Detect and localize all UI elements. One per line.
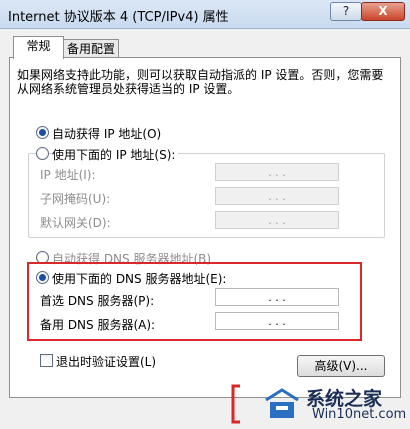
preferred-dns-label: 首选 DNS 服务器(P):: [40, 294, 155, 308]
watermark: 系统之家 Win10net.com: [228, 380, 410, 429]
watermark-site: Win10net.com: [312, 407, 407, 422]
default-gateway-label: 默认网关(D):: [40, 216, 111, 230]
tab-general[interactable]: 常规: [13, 36, 64, 59]
auto-ip-label[interactable]: 自动获得 IP 地址(O): [52, 125, 161, 142]
default-gateway-field[interactable]: . . .: [215, 211, 339, 229]
manual-ip-label[interactable]: 使用下面的 IP 地址(S):: [52, 146, 179, 163]
advanced-button[interactable]: 高级(V)...: [297, 355, 385, 377]
title-bar: Internet 协议版本 4 (TCP/IPv4) 属性 ? X: [0, 0, 410, 29]
validate-label[interactable]: 退出时验证设置(L): [56, 353, 156, 370]
watermark-bracket-icon: [231, 384, 240, 424]
manual-dns-label[interactable]: 使用下面的 DNS 服务器地址(E):: [52, 270, 226, 287]
watermark-logo-icon: [265, 388, 299, 418]
tab-alternate-config-label: 备用配置: [66, 42, 115, 56]
description-text: 如果网络支持此功能，则可以获取自动指派的 IP 设置。否则，您需要从网络系统管理…: [17, 68, 384, 96]
preferred-dns-field[interactable]: . . .: [215, 288, 339, 306]
validate-checkbox[interactable]: [40, 354, 53, 367]
tab-general-label: 常规: [26, 39, 51, 53]
alternate-dns-label: 备用 DNS 服务器(A):: [40, 318, 156, 332]
manual-dns-radio[interactable]: [36, 271, 49, 284]
subnet-mask-field[interactable]: . . .: [215, 187, 339, 205]
close-button[interactable]: X: [361, 2, 405, 21]
window-title: Internet 协议版本 4 (TCP/IPv4) 属性: [8, 10, 229, 25]
auto-ip-radio[interactable]: [36, 126, 49, 139]
ip-address-field[interactable]: . . .: [215, 163, 339, 181]
alternate-dns-field[interactable]: . . .: [215, 312, 339, 330]
help-button[interactable]: ?: [330, 2, 362, 21]
subnet-mask-label: 子网掩码(U):: [40, 192, 111, 206]
manual-ip-radio[interactable]: [36, 147, 49, 160]
ip-address-label: IP 地址(I):: [40, 168, 96, 182]
